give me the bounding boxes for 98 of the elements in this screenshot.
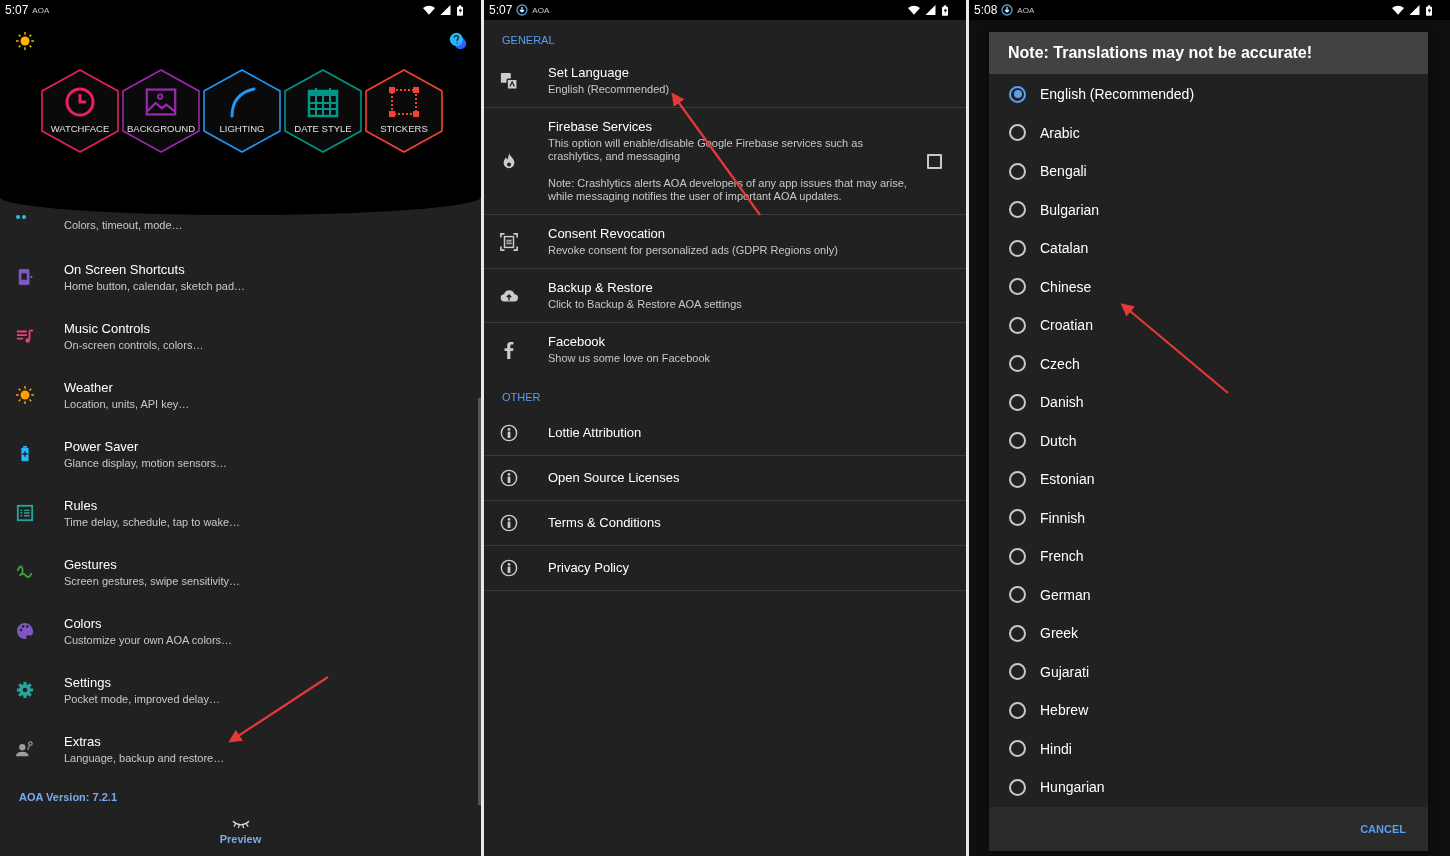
language-option[interactable]: French [989, 537, 1428, 576]
language-option[interactable]: Bulgarian [989, 190, 1428, 229]
radio-button[interactable] [1009, 278, 1026, 296]
settings-item[interactable]: Terms & Conditions [484, 500, 966, 546]
menu-item[interactable]: Settings Pocket mode, improved delay… [0, 660, 481, 719]
menu-item[interactable]: Rules Time delay, schedule, tap to wake… [0, 483, 481, 542]
language-option[interactable]: Arabic [989, 113, 1428, 152]
settings-item[interactable]: Set Language English (Recommended) [484, 54, 966, 109]
section-header: OTHER [501, 389, 542, 405]
closed-eye-icon [231, 819, 250, 829]
radio-button[interactable] [1009, 393, 1026, 411]
signal-icon [924, 4, 936, 16]
language-option[interactable]: Czech [989, 344, 1428, 383]
menu-item[interactable]: On Screen Shortcuts Home button, calendar, sketch pad… [0, 247, 481, 306]
status-time: 5:07 [5, 3, 29, 17]
info-icon [500, 558, 518, 577]
feature-button[interactable]: WATCHFACE [40, 68, 120, 154]
settings-item[interactable]: Open Source Licenses [484, 455, 966, 501]
notification-label: AOA [532, 5, 550, 15]
settings-item[interactable]: Privacy Policy [484, 545, 966, 591]
section-header: GENERAL [501, 33, 556, 48]
image-icon [145, 86, 177, 118]
signal-icon [1408, 4, 1420, 16]
language-option[interactable]: Estonian [989, 460, 1428, 499]
language-option[interactable]: Danish [989, 383, 1428, 422]
preview-button[interactable]: Preview [219, 819, 262, 845]
calendar-icon [307, 86, 339, 118]
language-option[interactable]: Finnish [989, 498, 1428, 537]
clock-icon [64, 86, 96, 118]
radio-button[interactable] [1009, 509, 1026, 527]
wifi-icon [423, 4, 435, 16]
status-time: 5:07 [489, 3, 513, 17]
dialog-title: Note: Translations may not be accurate! [989, 32, 1428, 74]
radio-button[interactable] [1009, 162, 1026, 180]
settings-item[interactable]: Lottie Attribution [484, 410, 966, 456]
language-option[interactable]: Catalan [989, 229, 1428, 268]
radio-button[interactable] [1009, 85, 1026, 103]
language-option[interactable]: Hebrew [989, 691, 1428, 730]
radio-button[interactable] [1009, 201, 1026, 219]
battery-icon [942, 4, 948, 16]
language-option[interactable]: Dutch [989, 421, 1428, 460]
sun-icon[interactable] [16, 32, 34, 50]
battery-icon [457, 4, 463, 16]
menu-item[interactable]: Weather Location, units, API key… [0, 365, 481, 424]
scrollbar[interactable] [478, 398, 481, 805]
feature-button[interactable]: LIGHTING [202, 68, 282, 154]
translate-icon [500, 71, 518, 90]
dots-icon [16, 215, 26, 219]
language-option[interactable]: Croatian [989, 306, 1428, 345]
document-frame-icon [500, 232, 518, 251]
menu-item[interactable]: Power Saver Glance display, motion sensors… [0, 424, 481, 483]
version-label: AOA Version: 7.2.1 [18, 790, 119, 803]
notification-label: AOA [1017, 5, 1035, 15]
radio-button[interactable] [1009, 663, 1026, 681]
settings-item[interactable]: Facebook Show us some love on Facebook [484, 323, 966, 377]
language-option[interactable]: Hindi [989, 729, 1428, 768]
radio-button[interactable] [1009, 355, 1026, 373]
menu-item[interactable]: Extras Language, backup and restore… [0, 719, 481, 778]
language-option[interactable]: German [989, 575, 1428, 614]
settings-item[interactable]: Backup & Restore Click to Backup & Restore AOA settings [484, 269, 966, 324]
language-option[interactable]: English (Recommended) [989, 75, 1428, 114]
menu-item[interactable]: Colors, timeout, mode… [0, 215, 481, 247]
radio-button[interactable] [1009, 701, 1026, 719]
menu-item[interactable]: Music Controls On-screen controls, colors… [0, 306, 481, 365]
info-icon [500, 513, 518, 532]
radio-button[interactable] [1009, 778, 1026, 796]
language-option[interactable]: Greek [989, 614, 1428, 653]
radio-button[interactable] [1009, 547, 1026, 565]
dotted-frame-icon [388, 86, 420, 118]
language-option[interactable]: Chinese [989, 267, 1428, 306]
status-time: 5:08 [974, 3, 998, 17]
checkbox[interactable] [927, 153, 942, 169]
battery-icon [1426, 4, 1432, 16]
signal-icon [439, 4, 451, 16]
radio-button[interactable] [1009, 470, 1026, 488]
settings-item[interactable]: Consent Revocation Revoke consent for personalized ads (GDPR Regions only) [484, 214, 966, 270]
language-option[interactable]: Gujarati [989, 652, 1428, 691]
radio-button[interactable] [1009, 624, 1026, 642]
radio-button[interactable] [1009, 239, 1026, 257]
menu-item[interactable]: Gestures Screen gestures, swipe sensitivity… [0, 542, 481, 601]
info-icon [500, 423, 518, 442]
radio-button[interactable] [1009, 740, 1026, 758]
menu-item[interactable]: Colors Customize your own AOA colors… [0, 601, 481, 660]
feature-button[interactable]: BACKGROUND [121, 68, 201, 154]
language-option[interactable]: Bengali [989, 152, 1428, 191]
radio-button[interactable] [1009, 316, 1026, 334]
info-icon [500, 468, 518, 487]
radio-button[interactable] [1009, 586, 1026, 604]
feature-button[interactable]: DATE STYLE [283, 68, 363, 154]
radio-button[interactable] [1009, 432, 1026, 450]
wifi-icon [908, 4, 920, 16]
notification-label: AOA [32, 5, 50, 15]
radio-button[interactable] [1009, 124, 1026, 142]
cancel-button[interactable]: CANCEL [1350, 816, 1416, 841]
help-chat-icon[interactable] [449, 32, 467, 50]
wifi-icon [1392, 4, 1404, 16]
language-option[interactable]: Hungarian [989, 768, 1428, 807]
feature-button[interactable]: STICKERS [364, 68, 444, 154]
